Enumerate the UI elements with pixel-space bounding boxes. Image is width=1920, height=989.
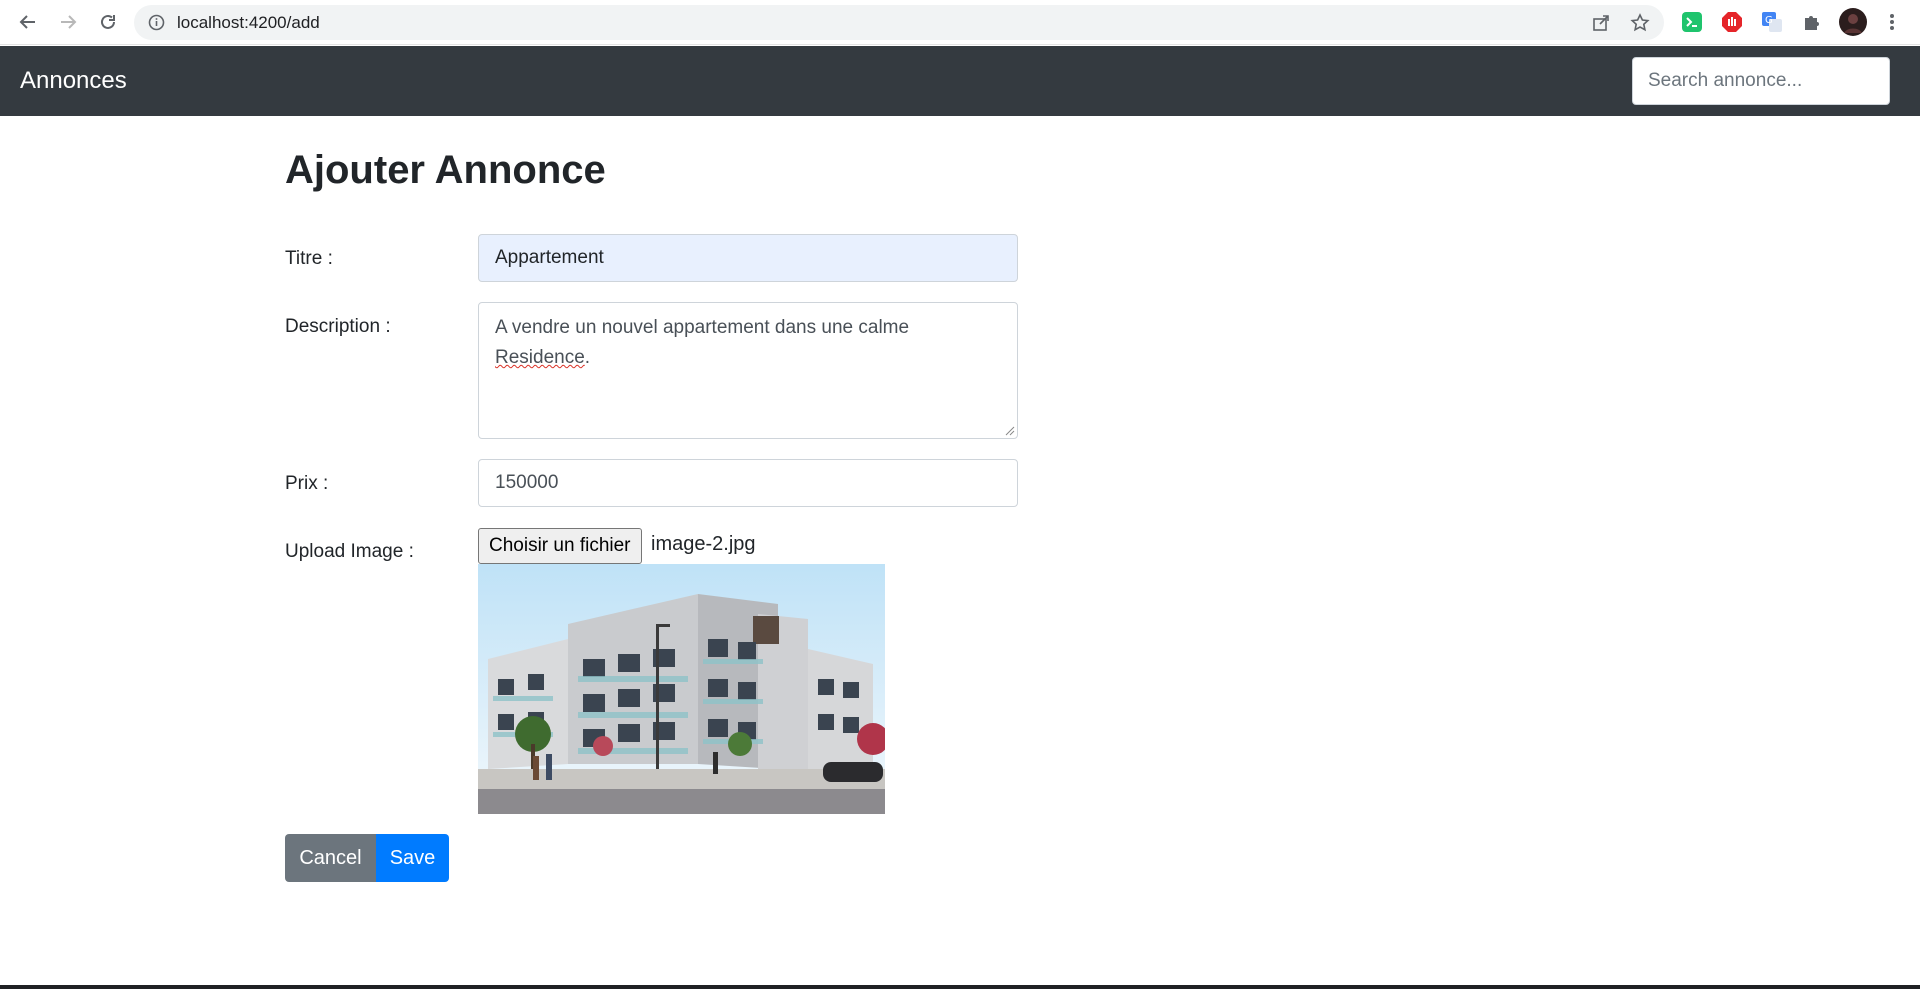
site-info-icon[interactable] xyxy=(148,14,165,31)
svg-text:G: G xyxy=(1765,15,1773,26)
description-text: A vendre un nouvel appartement dans une … xyxy=(495,317,910,338)
resize-grip-icon[interactable] xyxy=(1005,426,1015,436)
adblock-extension-icon[interactable] xyxy=(1720,10,1744,34)
profile-avatar-icon[interactable] xyxy=(1839,8,1867,36)
address-bar[interactable]: localhost:4200/add xyxy=(134,5,1664,40)
choose-file-button[interactable]: Choisir un fichier xyxy=(478,528,642,564)
reload-icon[interactable] xyxy=(94,8,122,36)
share-icon[interactable] xyxy=(1591,13,1611,33)
description-end: . xyxy=(584,347,591,368)
description-misspelled-word: Residence xyxy=(495,347,585,368)
taskbar-edge xyxy=(0,985,1920,989)
back-icon[interactable] xyxy=(14,8,42,36)
image-preview xyxy=(478,564,885,814)
page-title: Ajouter Annonce xyxy=(285,148,606,192)
titre-label: Titre : xyxy=(285,248,333,269)
forward-icon[interactable] xyxy=(54,8,82,36)
upload-image-label: Upload Image : xyxy=(285,541,414,562)
description-textarea[interactable]: A vendre un nouvel appartement dans une … xyxy=(478,302,1018,439)
search-input[interactable] xyxy=(1632,57,1890,105)
navbar-brand[interactable]: Annonces xyxy=(20,46,127,116)
extensions-puzzle-icon[interactable] xyxy=(1800,10,1824,34)
prix-input[interactable] xyxy=(478,459,1018,507)
cancel-button[interactable]: Cancel xyxy=(285,834,376,882)
selected-file-name: image-2.jpg xyxy=(651,533,756,555)
app-navbar: Annonces xyxy=(0,46,1920,116)
translate-extension-icon[interactable]: G xyxy=(1760,10,1784,34)
browser-menu-icon[interactable] xyxy=(1880,10,1904,34)
terminal-extension-icon[interactable] xyxy=(1680,10,1704,34)
browser-toolbar: localhost:4200/add G xyxy=(0,0,1920,45)
prix-label: Prix : xyxy=(285,473,329,494)
url-text: localhost:4200/add xyxy=(177,13,320,32)
save-button[interactable]: Save xyxy=(376,834,449,882)
description-label: Description : xyxy=(285,316,391,337)
bookmark-star-icon[interactable] xyxy=(1630,13,1650,33)
titre-input[interactable] xyxy=(478,234,1018,282)
